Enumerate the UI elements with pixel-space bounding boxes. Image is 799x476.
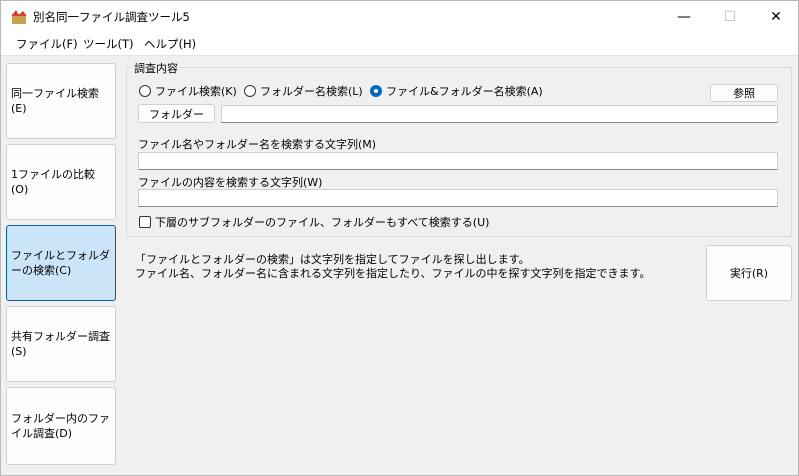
folder-path-input[interactable] (221, 105, 778, 123)
nav-file-folder-search[interactable]: ファイルとフォルダーの検索(C) (6, 225, 116, 301)
nav-same-file-search[interactable]: 同一ファイル検索(E) (6, 63, 116, 139)
app-icon (12, 10, 26, 24)
group-label: 調査内容 (132, 60, 180, 76)
radio-label: ファイル検索(K) (155, 85, 237, 98)
name-search-label: ファイル名やフォルダー名を検索する文字列(M) (138, 138, 377, 151)
menu-file[interactable]: ファイル(F) (16, 36, 78, 52)
subfolder-checkbox[interactable]: 下層のサブフォルダーのファイル、フォルダーもすべて検索する(U) (139, 214, 489, 230)
menu-bar: ファイル(F) ツール(T) ヘルプ(H) (1, 32, 798, 56)
nav-single-file-compare[interactable]: 1ファイルの比較(O) (6, 144, 116, 220)
run-button[interactable]: 実行(R) (706, 245, 792, 301)
checkbox-icon (139, 216, 151, 228)
nav-folder-file-survey[interactable]: フォルダー内のファイル調査(D) (6, 387, 116, 465)
radio-folder-search[interactable]: フォルダー名検索(L) (244, 83, 363, 99)
nav-label: フォルダー内のファイル調査(D) (11, 412, 110, 440)
radio-icon (139, 85, 151, 97)
name-search-input[interactable] (138, 152, 778, 170)
description-line-2: ファイル名、フォルダー名に含まれる文字列を指定したり、ファイルの中を探す文字列を… (135, 267, 651, 280)
content-search-input[interactable] (138, 189, 778, 207)
minimize-button[interactable]: — (661, 1, 707, 32)
radio-selected-icon (370, 85, 382, 97)
content-search-label: ファイルの内容を検索する文字列(W) (138, 176, 323, 189)
radio-file-folder-search[interactable]: ファイル&フォルダー名検索(A) (370, 83, 543, 99)
nav-shared-folder[interactable]: 共有フォルダー調査(S) (6, 306, 116, 382)
menu-help[interactable]: ヘルプ(H) (144, 36, 196, 52)
title-bar: 別名同一ファイル調査ツール5 — ☐ ✕ (1, 1, 798, 32)
app-window: 別名同一ファイル調査ツール5 — ☐ ✕ ファイル(F) ツール(T) ヘルプ(… (0, 0, 799, 476)
window-title: 別名同一ファイル調査ツール5 (33, 10, 190, 24)
radio-file-search[interactable]: ファイル検索(K) (139, 83, 237, 99)
nav-label: ファイルとフォルダーの検索(C) (11, 249, 110, 277)
browse-button[interactable]: 参照 (710, 84, 778, 102)
menu-tools[interactable]: ツール(T) (83, 36, 134, 52)
nav-label: 共有フォルダー調査(S) (11, 330, 110, 358)
checkbox-label: 下層のサブフォルダーのファイル、フォルダーもすべて検索する(U) (155, 216, 490, 229)
maximize-button[interactable]: ☐ (707, 1, 753, 32)
nav-label: 1ファイルの比較(O) (11, 168, 95, 196)
radio-icon (244, 85, 256, 97)
close-button[interactable]: ✕ (753, 1, 799, 32)
folder-button[interactable]: フォルダー (138, 104, 215, 123)
radio-label: ファイル&フォルダー名検索(A) (386, 85, 543, 98)
nav-label: 同一ファイル検索(E) (11, 87, 99, 115)
radio-label: フォルダー名検索(L) (260, 85, 363, 98)
